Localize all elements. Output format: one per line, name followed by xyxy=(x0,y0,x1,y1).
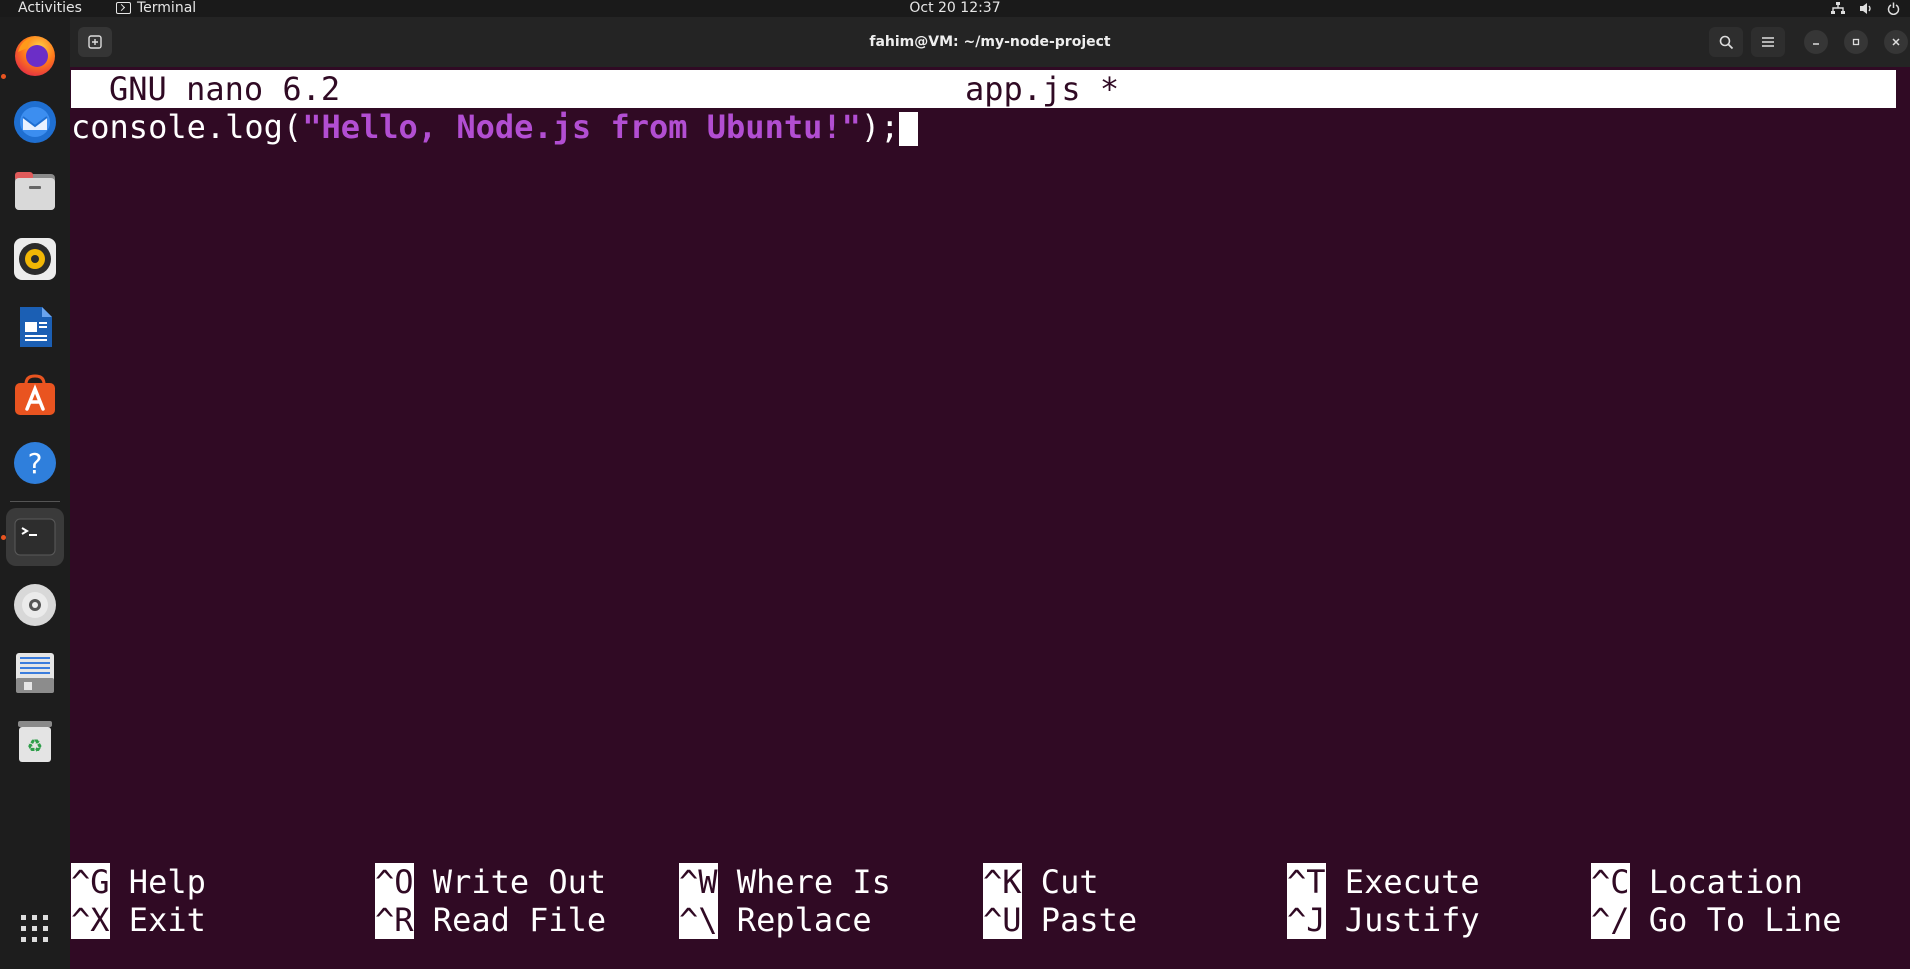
dock-item-rhythmbox[interactable] xyxy=(6,230,64,288)
shortcut-label: Exit xyxy=(128,901,206,939)
shortcut-label: Execute xyxy=(1344,863,1480,901)
shortcut-label: Justify xyxy=(1344,901,1480,939)
shortcut-label: Go To Line xyxy=(1648,901,1842,939)
restore-icon xyxy=(1852,38,1860,46)
shortcut-paste: ^U Paste xyxy=(983,901,1137,939)
shortcut-read-file: ^R Read File xyxy=(375,901,606,939)
shortcut-location: ^C Location xyxy=(1591,863,1803,901)
shortcut-help: ^G Help xyxy=(71,863,206,901)
shortcut-label: Paste xyxy=(1040,901,1138,939)
shortcut-replace: ^\ Replace xyxy=(679,901,872,939)
system-tray[interactable] xyxy=(1831,0,1900,17)
new-tab-button[interactable] xyxy=(78,27,112,57)
activities-button[interactable]: Activities xyxy=(18,0,82,16)
dock-item-thunderbird[interactable] xyxy=(6,93,64,151)
disc-icon xyxy=(14,584,56,626)
clock[interactable]: Oct 20 12:37 xyxy=(909,0,1000,16)
power-icon xyxy=(1887,2,1900,15)
save-document-icon xyxy=(16,653,54,693)
shortcut-key: ^K xyxy=(983,863,1022,901)
close-button[interactable] xyxy=(1884,30,1908,54)
shortcut-execute: ^T Execute xyxy=(1287,863,1480,901)
shortcut-where-is: ^W Where Is xyxy=(679,863,891,901)
network-icon xyxy=(1831,2,1845,14)
shortcut-key: ^G xyxy=(71,863,110,901)
shortcut-key: ^R xyxy=(375,901,414,939)
text-cursor xyxy=(899,112,919,146)
shortcut-justify: ^J Justify xyxy=(1287,901,1480,939)
rhythmbox-icon xyxy=(14,238,56,280)
code-string: "Hello, Node.js from Ubuntu!" xyxy=(302,108,861,146)
shortcut-key: ^O xyxy=(375,863,414,901)
dock-item-terminal[interactable] xyxy=(6,508,64,566)
shortcut-key: ^U xyxy=(983,901,1022,939)
app-menu[interactable]: Terminal xyxy=(116,0,196,16)
shortcut-key: ^\ xyxy=(679,901,718,939)
shortcut-exit: ^X Exit xyxy=(71,901,206,939)
running-indicator xyxy=(1,74,6,79)
menu-button[interactable] xyxy=(1751,27,1785,57)
terminal-icon xyxy=(14,518,56,556)
shortcut-label: Read File xyxy=(432,901,607,939)
dock-item-save-document[interactable] xyxy=(6,644,64,702)
nano-filename: app.js * xyxy=(965,70,1120,108)
shortcut-key: ^X xyxy=(71,901,110,939)
hamburger-menu-icon xyxy=(1762,37,1774,47)
dock-item-app-center[interactable] xyxy=(6,366,64,424)
dock-separator xyxy=(10,501,60,502)
help-icon: ? xyxy=(14,442,56,484)
dock-item-disc[interactable] xyxy=(6,576,64,634)
shortcut-go-to-line: ^/ Go To Line xyxy=(1591,901,1841,939)
show-apps-icon xyxy=(21,915,48,942)
code-text: console.log( xyxy=(71,108,303,146)
libreoffice-writer-icon xyxy=(20,307,52,347)
terminal-view[interactable]: GNU nano 6.2 app.js * console.log("Hello… xyxy=(70,67,1910,969)
window-header: fahim@VM: ~/my-node-project xyxy=(70,17,1910,67)
dock: ? ♻ xyxy=(0,17,70,969)
shortcut-key: ^W xyxy=(679,863,718,901)
dock-item-files[interactable] xyxy=(6,162,64,220)
shortcut-label: Cut xyxy=(1040,863,1099,901)
trash-icon: ♻ xyxy=(18,721,52,762)
app-menu-label: Terminal xyxy=(137,0,197,16)
shortcut-label: Write Out xyxy=(432,863,607,901)
shortcut-cut: ^K Cut xyxy=(983,863,1099,901)
shortcut-label: Location xyxy=(1648,863,1803,901)
shortcut-key: ^T xyxy=(1287,863,1326,901)
volume-icon xyxy=(1860,3,1871,14)
dock-item-writer[interactable] xyxy=(6,298,64,356)
maximize-button[interactable] xyxy=(1844,30,1868,54)
code-text-end: ); xyxy=(860,108,900,146)
nano-title-bar: GNU nano 6.2 app.js * xyxy=(71,70,1896,108)
close-icon xyxy=(1892,38,1900,46)
shortcut-label: Replace xyxy=(736,901,872,939)
new-tab-icon xyxy=(88,35,102,49)
terminal-small-icon xyxy=(116,2,131,14)
nano-version: GNU nano 6.2 xyxy=(109,70,341,108)
shortcut-label: Help xyxy=(128,863,206,901)
dock-item-help[interactable]: ? xyxy=(6,434,64,492)
thunderbird-icon xyxy=(14,101,56,143)
shortcut-key: ^C xyxy=(1591,863,1630,901)
svg-text:♻: ♻ xyxy=(27,736,43,757)
search-button[interactable] xyxy=(1709,27,1743,57)
svg-text:?: ? xyxy=(28,447,43,480)
shortcut-key: ^J xyxy=(1287,901,1326,939)
window-title: fahim@VM: ~/my-node-project xyxy=(869,34,1111,50)
dock-item-show-apps[interactable] xyxy=(6,900,64,958)
minimize-button[interactable] xyxy=(1804,30,1828,54)
search-icon xyxy=(1719,35,1733,49)
dock-item-firefox[interactable] xyxy=(6,26,64,84)
shortcut-key: ^/ xyxy=(1591,901,1630,939)
dock-item-trash[interactable]: ♻ xyxy=(6,712,64,770)
shortcut-write-out: ^O Write Out xyxy=(375,863,606,901)
code-line-1[interactable]: console.log("Hello, Node.js from Ubuntu!… xyxy=(71,108,919,146)
minimize-icon xyxy=(1813,43,1819,45)
running-indicator xyxy=(1,535,6,540)
files-icon xyxy=(15,172,55,210)
shortcut-label: Where Is xyxy=(736,863,891,901)
top-bar: Activities Terminal Oct 20 12:37 xyxy=(0,0,1910,17)
firefox-icon xyxy=(15,36,55,76)
app-center-icon xyxy=(15,374,55,415)
